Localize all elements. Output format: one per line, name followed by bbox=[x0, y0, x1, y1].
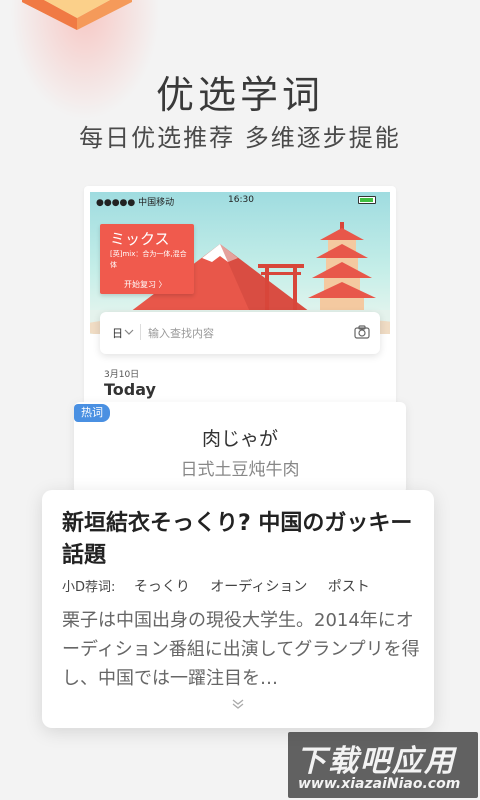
article-title: 新垣結衣そっくり? 中国のガッキー話題 bbox=[62, 511, 413, 568]
divider bbox=[140, 324, 141, 340]
decorative-cube-icon bbox=[22, 0, 132, 30]
tags-label: 小D荐词: bbox=[62, 580, 116, 595]
carrier-label: ●●●●● 中国移动 bbox=[96, 198, 175, 208]
watermark-url: www.xiazaiNiao.com bbox=[298, 776, 461, 792]
battery-icon bbox=[358, 196, 376, 204]
search-input[interactable]: 输入查找内容 bbox=[148, 325, 214, 341]
chevron-down-icon bbox=[124, 329, 134, 335]
today-heading: Today bbox=[104, 380, 156, 399]
word-definition: [英]mix：合为一体,混合体 bbox=[110, 250, 187, 269]
page-subline: 每日优选推荐 多维逐步提能 bbox=[79, 124, 401, 152]
tag-item[interactable]: オーディション bbox=[210, 579, 307, 595]
tag-item[interactable]: そっくり bbox=[134, 579, 190, 595]
watermark-brand: 下载吧应用 bbox=[296, 744, 456, 779]
language-selector[interactable]: 日 bbox=[112, 325, 123, 341]
tag-item[interactable]: ポスト bbox=[328, 579, 370, 595]
article-excerpt: 栗子は中国出身の現役大学生。2014年にオーディション番組に出演してグランプリを… bbox=[62, 610, 420, 689]
search-bar[interactable]: 日 输入查找内容 bbox=[100, 312, 380, 354]
page-headline: 优选学词 bbox=[155, 73, 324, 117]
clock-label: 16:30 bbox=[228, 195, 254, 205]
article-card[interactable]: 新垣結衣そっくり? 中国のガッキー話題 小D荐词: そっくり オーディション ポ… bbox=[42, 490, 434, 728]
hot-word-meaning: 日式土豆炖牛肉 bbox=[180, 460, 300, 480]
word-of-day-card[interactable]: ミックス [英]mix：合为一体,混合体 开始复习 〉 bbox=[100, 224, 194, 294]
expand-chevron-icon[interactable] bbox=[230, 698, 246, 710]
camera-icon[interactable] bbox=[354, 324, 370, 340]
hot-word: 肉じゃが bbox=[201, 428, 278, 450]
hot-badge: 热词 bbox=[74, 404, 110, 422]
recommended-words: 小D荐词: そっくり オーディション ポスト bbox=[62, 576, 386, 596]
hot-word-card[interactable]: 热词 肉じゃが 日式土豆炖牛肉 bbox=[74, 402, 406, 494]
status-bar: ●●●●● 中国移动 16:30 bbox=[90, 192, 390, 208]
watermark: 下载吧应用 www.xiazaiNiao.com bbox=[288, 732, 478, 798]
word-kana: ミックス bbox=[110, 230, 170, 248]
start-review-button[interactable]: 开始复习 〉 bbox=[124, 279, 167, 290]
date-label: 3月10日 bbox=[104, 370, 140, 380]
